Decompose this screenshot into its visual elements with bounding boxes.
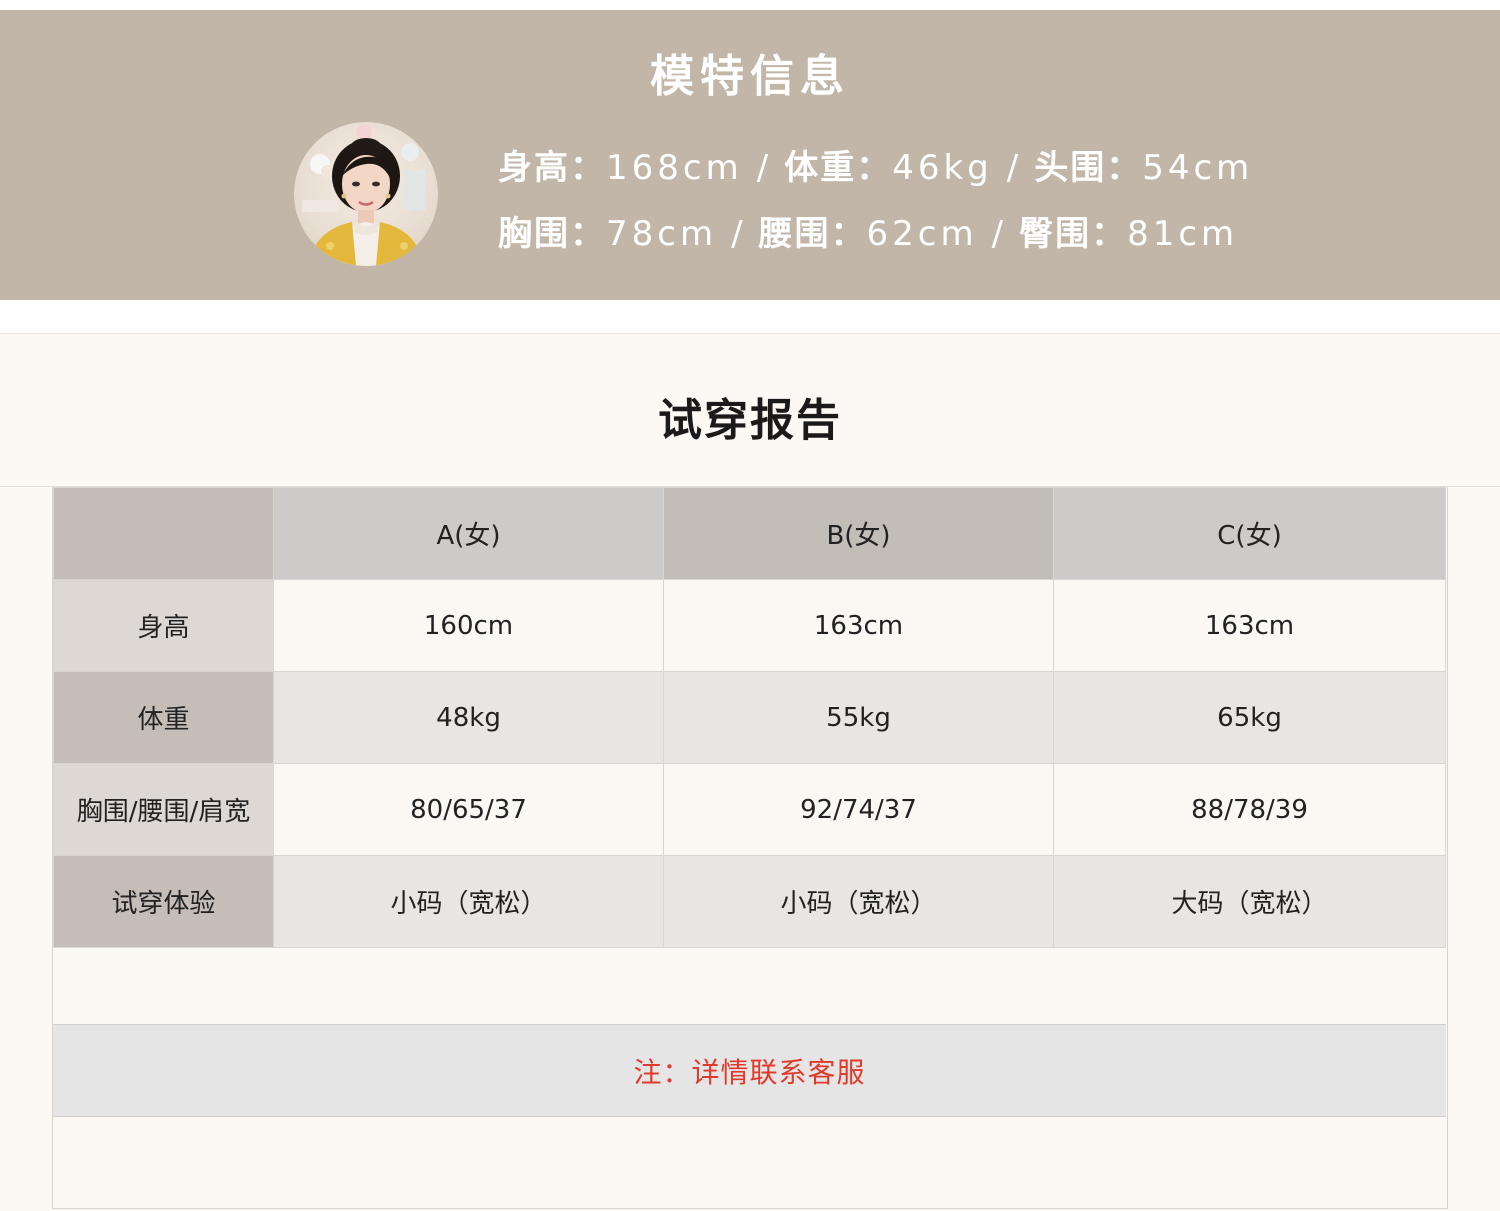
row-header-weight: 体重: [53, 671, 274, 764]
height-value: 168cm: [606, 148, 743, 188]
table-cell: 大码（宽松）: [1053, 855, 1446, 948]
bust-value: 78cm: [606, 214, 718, 254]
header-cell-a: A(女): [273, 487, 664, 580]
table-row: 试穿体验 小码（宽松） 小码（宽松） 大码（宽松）: [53, 855, 1446, 948]
try-on-table: A(女) B(女) C(女) 身高 160cm 163cm 163cm 体重 4…: [53, 487, 1446, 948]
bust-label: 胸围：: [498, 214, 606, 254]
model-info-title: 模特信息: [650, 51, 850, 102]
header-corner-cell: [53, 487, 274, 580]
head-label: 头围：: [1034, 148, 1143, 188]
hip-value: 81cm: [1127, 214, 1239, 254]
table-cell: 163cm: [663, 579, 1054, 672]
table-cell: 55kg: [663, 671, 1054, 764]
separator: /: [1006, 148, 1021, 188]
weight-value: 46kg: [892, 148, 993, 188]
model-info-banner: 模特信息 身高：168cm / 体重：46kg / 头围：54cm 胸围：78c…: [0, 10, 1500, 300]
model-stats-line-2: 胸围：78cm / 腰围：62cm / 臀围：81cm: [498, 206, 1238, 255]
table-cell: 65kg: [1053, 671, 1446, 764]
table-cell: 48kg: [273, 671, 664, 764]
report-title: 试穿报告: [658, 395, 842, 446]
table-header-row: A(女) B(女) C(女): [53, 487, 1446, 580]
table-cell: 80/65/37: [273, 763, 664, 856]
table-cell: 小码（宽松）: [663, 855, 1054, 948]
weight-label: 体重：: [784, 148, 893, 188]
waist-value: 62cm: [866, 214, 978, 254]
customer-service-note: 注：详情联系客服: [633, 1055, 866, 1089]
model-stats-line-1: 身高：168cm / 体重：46kg / 头围：54cm: [498, 140, 1253, 189]
header-cell-b: B(女): [663, 487, 1054, 580]
height-label: 身高：: [498, 148, 606, 188]
head-value: 54cm: [1142, 148, 1254, 188]
table-row: 身高 160cm 163cm 163cm: [53, 579, 1446, 672]
table-row: 胸围/腰围/肩宽 80/65/37 92/74/37 88/78/39: [53, 763, 1446, 856]
separator: /: [991, 214, 1006, 254]
table-cell: 小码（宽松）: [273, 855, 664, 948]
row-header-measurements: 胸围/腰围/肩宽: [53, 763, 274, 856]
table-cell: 88/78/39: [1053, 763, 1446, 856]
model-avatar: [294, 122, 438, 266]
header-cell-c: C(女): [1053, 487, 1446, 580]
row-header-fit: 试穿体验: [53, 855, 274, 948]
waist-label: 腰围：: [758, 214, 867, 254]
table-row: 体重 48kg 55kg 65kg: [53, 671, 1446, 764]
separator: /: [731, 214, 745, 254]
table-cell: 92/74/37: [663, 763, 1054, 856]
table-cell: 163cm: [1053, 579, 1446, 672]
note-band: 注：详情联系客服: [53, 1024, 1446, 1117]
hip-label: 臀围：: [1019, 214, 1128, 254]
row-header-height: 身高: [53, 579, 274, 672]
separator: /: [756, 148, 771, 188]
table-cell: 160cm: [273, 579, 664, 672]
